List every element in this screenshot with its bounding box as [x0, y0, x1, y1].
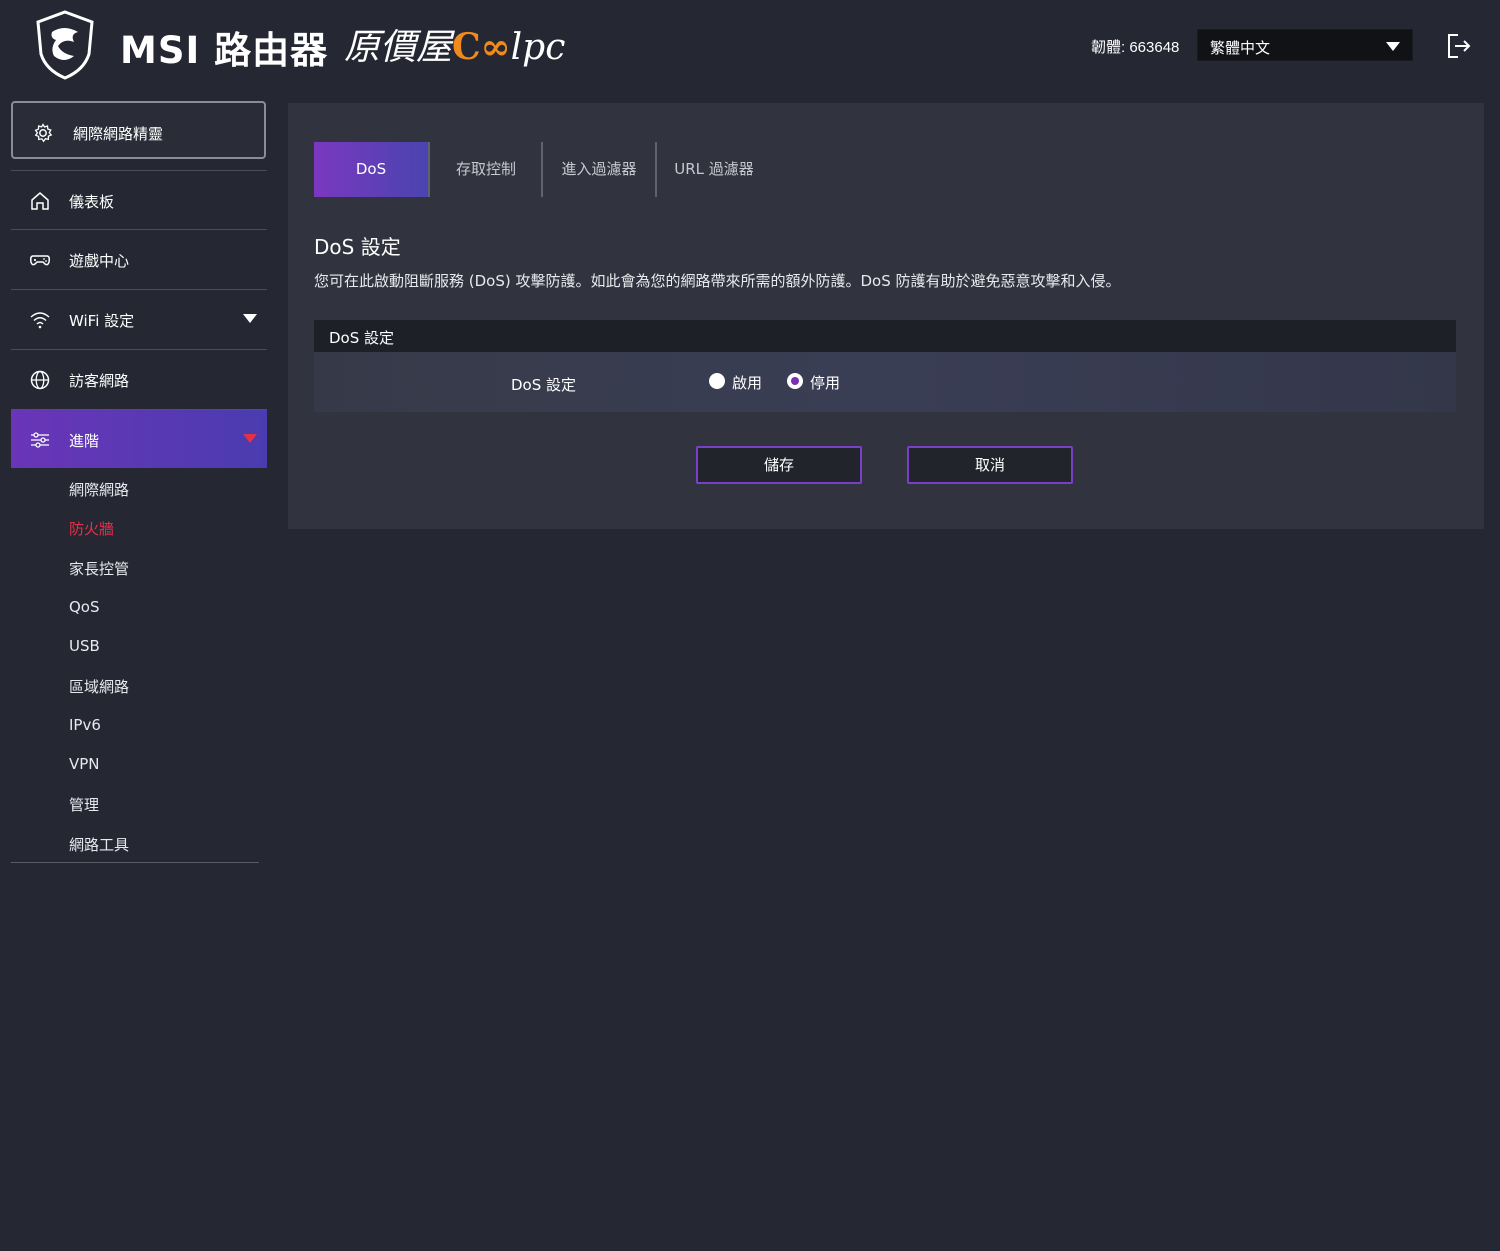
sub-item-usb[interactable]: USB — [69, 637, 100, 655]
sub-item-lan[interactable]: 區域網路 — [69, 676, 129, 697]
radio-disable-label: 停用 — [810, 374, 841, 392]
radio-enable[interactable] — [709, 373, 725, 389]
wifi-icon — [30, 312, 50, 329]
top-header: MSI 路由器 原價屋C∞lpc 韌體: 663648 繁體中文 — [0, 0, 1500, 92]
sidebar-divider — [11, 862, 259, 863]
settings-row: DoS 設定 啟用 停用 — [314, 352, 1456, 412]
internet-wizard-button[interactable]: 網際網路精靈 — [11, 101, 266, 159]
sub-item-administration[interactable]: 管理 — [69, 794, 99, 815]
tab-inbound-filter[interactable]: 進入過濾器 — [543, 142, 655, 197]
radio-disable[interactable] — [787, 373, 803, 389]
sub-item-ipv6[interactable]: IPv6 — [69, 716, 101, 734]
tab-access-control[interactable]: 存取控制 — [430, 142, 542, 197]
sidebar-item-label: 訪客網路 — [69, 372, 130, 390]
brand-title: MSI 路由器 — [120, 29, 329, 72]
table-header-label: DoS 設定 — [329, 329, 395, 347]
sidebar-item-guest-network[interactable]: 訪客網路 — [11, 349, 267, 408]
partner-logo: 原價屋C∞lpc — [344, 26, 566, 68]
language-value: 繁體中文 — [1210, 39, 1271, 57]
settings-table-header: DoS 設定 — [314, 320, 1456, 352]
sliders-icon — [31, 432, 49, 448]
main-panel: DoS 存取控制 進入過濾器 URL 過濾器 DoS 設定 您可在此啟動阻斷服務… — [288, 103, 1484, 529]
home-icon — [31, 192, 49, 210]
msi-dragon-logo-icon — [36, 10, 94, 80]
sub-item-vpn[interactable]: VPN — [69, 755, 100, 773]
dos-setting-label: DoS 設定 — [511, 376, 577, 394]
chevron-down-icon — [243, 434, 257, 443]
chevron-down-icon — [243, 314, 257, 323]
cancel-button[interactable]: 取消 — [907, 446, 1073, 484]
sub-item-qos[interactable]: QoS — [69, 598, 100, 616]
page-description: 您可在此啟動阻斷服務 (DoS) 攻擊防護。如此會為您的網路帶來所需的額外防護。… — [314, 272, 1121, 290]
sidebar-item-label: 遊戲中心 — [69, 252, 130, 270]
sidebar-item-dashboard[interactable]: 儀表板 — [11, 170, 267, 229]
save-button[interactable]: 儲存 — [696, 446, 862, 484]
sidebar-item-label: 儀表板 — [69, 193, 115, 211]
sidebar-item-advanced[interactable]: 進階 — [11, 409, 267, 468]
language-select[interactable]: 繁體中文 — [1197, 29, 1413, 61]
gear-icon — [34, 123, 53, 143]
sub-item-parental-control[interactable]: 家長控管 — [69, 558, 129, 579]
wizard-label: 網際網路精靈 — [73, 125, 164, 143]
sub-item-network-tools[interactable]: 網路工具 — [69, 834, 129, 855]
sidebar-item-label: WiFi 設定 — [69, 312, 135, 330]
globe-icon — [30, 370, 50, 390]
sub-item-internet[interactable]: 網際網路 — [69, 479, 129, 500]
logout-icon[interactable] — [1446, 32, 1472, 60]
tab-dos[interactable]: DoS — [314, 142, 428, 197]
sidebar-item-game-center[interactable]: 遊戲中心 — [11, 229, 267, 288]
sidebar-item-label: 進階 — [69, 432, 100, 450]
radio-enable-label: 啟用 — [732, 374, 763, 392]
gamepad-icon — [30, 255, 50, 266]
page-title: DoS 設定 — [314, 235, 401, 259]
sidebar-item-wifi-settings[interactable]: WiFi 設定 — [11, 289, 267, 348]
tab-url-filter[interactable]: URL 過濾器 — [657, 142, 771, 197]
sub-item-firewall[interactable]: 防火牆 — [69, 518, 114, 539]
chevron-down-icon — [1386, 42, 1400, 51]
firmware-version: 韌體: 663648 — [1091, 39, 1180, 56]
